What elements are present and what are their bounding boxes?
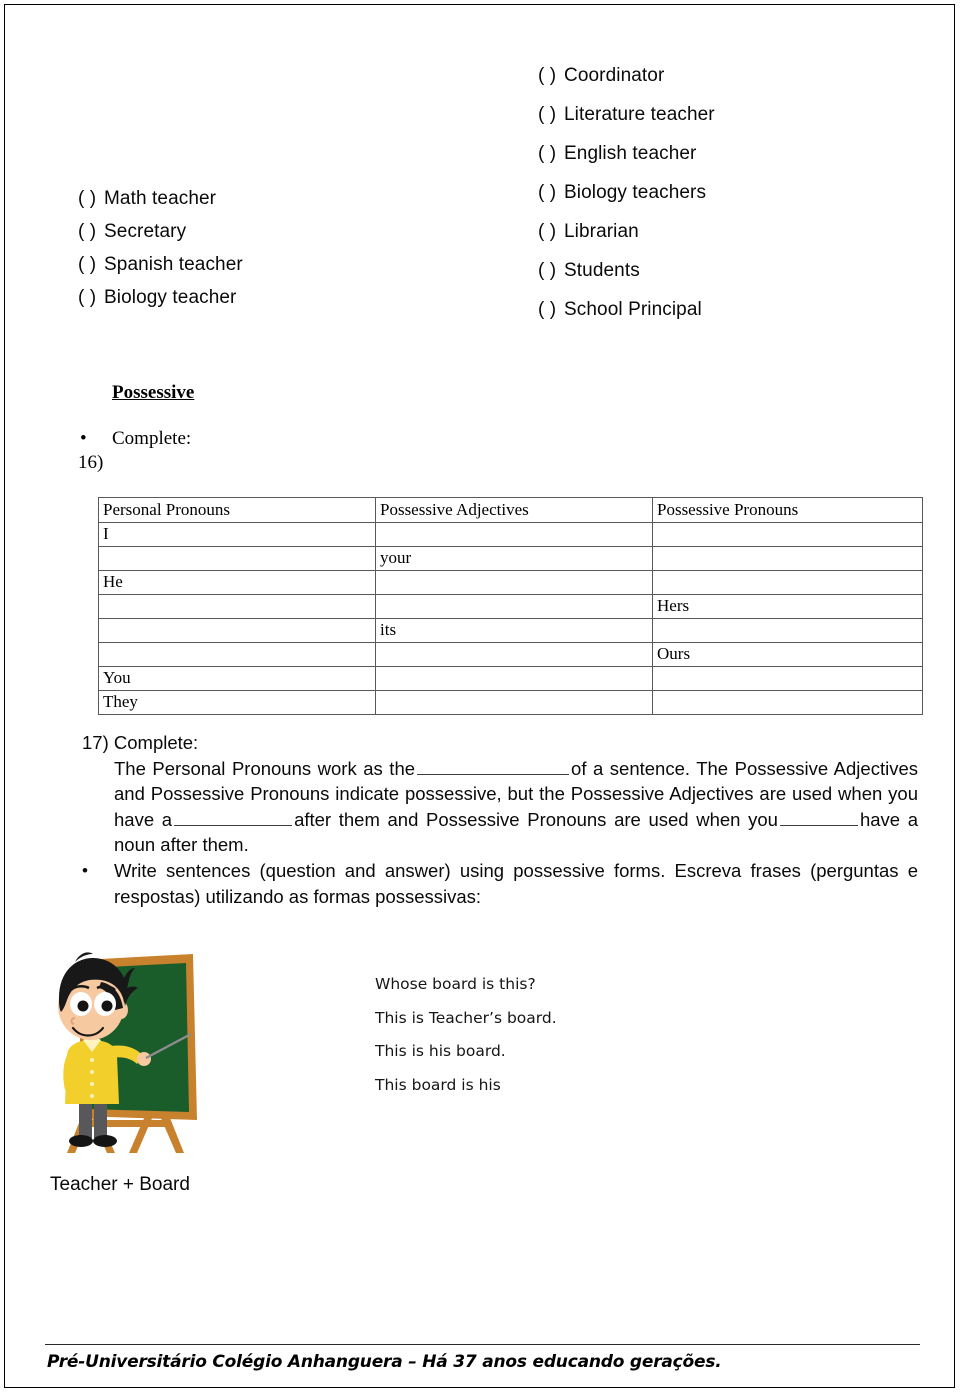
table-cell[interactable] [652, 618, 923, 643]
table-cell[interactable] [375, 570, 653, 595]
pronoun-table: Personal Pronouns Possessive Adjectives … [98, 497, 923, 715]
footer-divider [45, 1344, 920, 1345]
option-item[interactable]: ( ) Biology teachers [538, 173, 715, 212]
example-sentence: Whose board is this? [375, 975, 536, 993]
table-cell[interactable]: He [98, 570, 376, 595]
item-17-body: The Personal Pronouns work as the of a se… [114, 756, 918, 858]
fill-blank-2[interactable] [174, 810, 293, 826]
table-row: I [98, 522, 923, 547]
checkbox-parens[interactable]: ( ) [538, 212, 564, 251]
table-cell[interactable] [652, 666, 923, 691]
example-sentences-list: Whose board is this? This is Teacher’s b… [375, 968, 557, 1102]
table-cell[interactable] [375, 642, 653, 667]
table-cell[interactable] [375, 522, 653, 547]
item-17-text-3: after them and Possessive Pronouns are u… [294, 808, 778, 830]
table-cell[interactable]: You [98, 666, 376, 691]
option-label: School Principal [564, 299, 702, 320]
write-sentences-instruction: • Write sentences (question and answer) … [82, 858, 918, 909]
table-row: They [98, 690, 923, 715]
column-header-possessive-pronouns: Possessive Pronouns [652, 497, 923, 523]
caption-teacher-board: Teacher + Board [50, 1174, 190, 1195]
option-item[interactable]: ( ) Literature teacher [538, 95, 715, 134]
table-row: He [98, 570, 923, 595]
table-cell[interactable] [652, 546, 923, 571]
complete-label: Complete: [112, 428, 192, 449]
option-item[interactable]: ( ) Students [538, 251, 715, 290]
table-cell[interactable] [375, 690, 653, 715]
table-cell[interactable] [98, 594, 376, 619]
option-label: Students [564, 260, 640, 281]
example-sentence: This board is his [375, 1075, 501, 1094]
option-label: Biology teachers [564, 182, 707, 203]
option-label: Secretary [104, 221, 187, 242]
option-label: Librarian [564, 221, 639, 242]
option-item[interactable]: ( ) School Principal [538, 290, 715, 329]
option-item[interactable]: ( ) Biology teacher [78, 281, 243, 314]
table-cell[interactable] [98, 546, 376, 571]
table-cell[interactable]: I [98, 522, 376, 547]
option-item[interactable]: ( ) Math teacher [78, 182, 243, 215]
item-17-label: 17) Complete: [82, 732, 199, 753]
option-label: Coordinator [564, 65, 665, 86]
column-header-personal-pronouns: Personal Pronouns [98, 497, 376, 523]
item-17-text-1: The Personal Pronouns work as the [114, 757, 416, 779]
checkbox-parens[interactable]: ( ) [538, 95, 564, 134]
checkbox-parens[interactable]: ( ) [78, 182, 104, 215]
table-row: your [98, 546, 923, 571]
table-cell[interactable]: Hers [652, 594, 923, 619]
bullet-icon: • [80, 428, 87, 449]
option-label: English teacher [564, 143, 697, 164]
table-cell[interactable]: its [375, 618, 653, 643]
table-header-row: Personal Pronouns Possessive Adjectives … [98, 497, 923, 523]
table-row: Hers [98, 594, 923, 619]
table-cell[interactable] [652, 690, 923, 715]
option-item[interactable]: ( ) Spanish teacher [78, 248, 243, 281]
table-cell[interactable] [375, 666, 653, 691]
checkbox-parens[interactable]: ( ) [78, 281, 104, 314]
checkbox-parens[interactable]: ( ) [78, 215, 104, 248]
table-cell[interactable] [375, 594, 653, 619]
teacher-and-board-illustration [45, 948, 310, 1158]
table-cell[interactable] [652, 522, 923, 547]
section-heading-possessive: Possessive [112, 382, 195, 403]
options-left-column: ( ) Math teacher ( ) Secretary ( ) Spanish … [78, 182, 243, 314]
option-item[interactable]: ( ) English teacher [538, 134, 715, 173]
checkbox-parens[interactable]: ( ) [538, 56, 564, 95]
table-cell[interactable] [652, 570, 923, 595]
table-row: Ours [98, 642, 923, 667]
write-sentences-text: Write sentences (question and answer) us… [114, 860, 918, 907]
bullet-icon: • [82, 861, 88, 880]
table-cell[interactable] [98, 642, 376, 667]
option-label: Literature teacher [564, 104, 715, 125]
table-row: You [98, 666, 923, 691]
checkbox-parens[interactable]: ( ) [538, 290, 564, 329]
checkbox-parens[interactable]: ( ) [78, 248, 104, 281]
table-cell[interactable]: They [98, 690, 376, 715]
table-cell[interactable]: your [375, 546, 653, 571]
option-item[interactable]: ( ) Coordinator [538, 56, 715, 95]
checkbox-parens[interactable]: ( ) [538, 134, 564, 173]
complete-instruction: • Complete: [80, 428, 191, 450]
fill-blank-3[interactable] [779, 810, 858, 826]
example-sentence: This is his board. [375, 1042, 506, 1060]
table-row: its [98, 618, 923, 643]
options-right-column: ( ) Coordinator ( ) Literature teacher ( )… [538, 56, 715, 329]
column-header-possessive-adjectives: Possessive Adjectives [375, 497, 653, 523]
fill-blank-1[interactable] [417, 759, 570, 775]
option-item[interactable]: ( ) Librarian [538, 212, 715, 251]
checkbox-parens[interactable]: ( ) [538, 173, 564, 212]
checkbox-parens[interactable]: ( ) [538, 251, 564, 290]
footer-text: Pré-Universitário Colégio Anhanguera – H… [47, 1352, 722, 1372]
table-cell[interactable]: Ours [652, 642, 923, 667]
example-sentence: This is Teacher’s board. [375, 1008, 557, 1027]
option-label: Biology teacher [104, 287, 237, 308]
item-number-16: 16) [78, 452, 104, 473]
option-label: Math teacher [104, 188, 217, 209]
option-item[interactable]: ( ) Secretary [78, 215, 243, 248]
table-cell[interactable] [98, 618, 376, 643]
item-17-block: 17) Complete: The Personal Pronouns work… [82, 730, 918, 858]
option-label: Spanish teacher [104, 254, 243, 275]
